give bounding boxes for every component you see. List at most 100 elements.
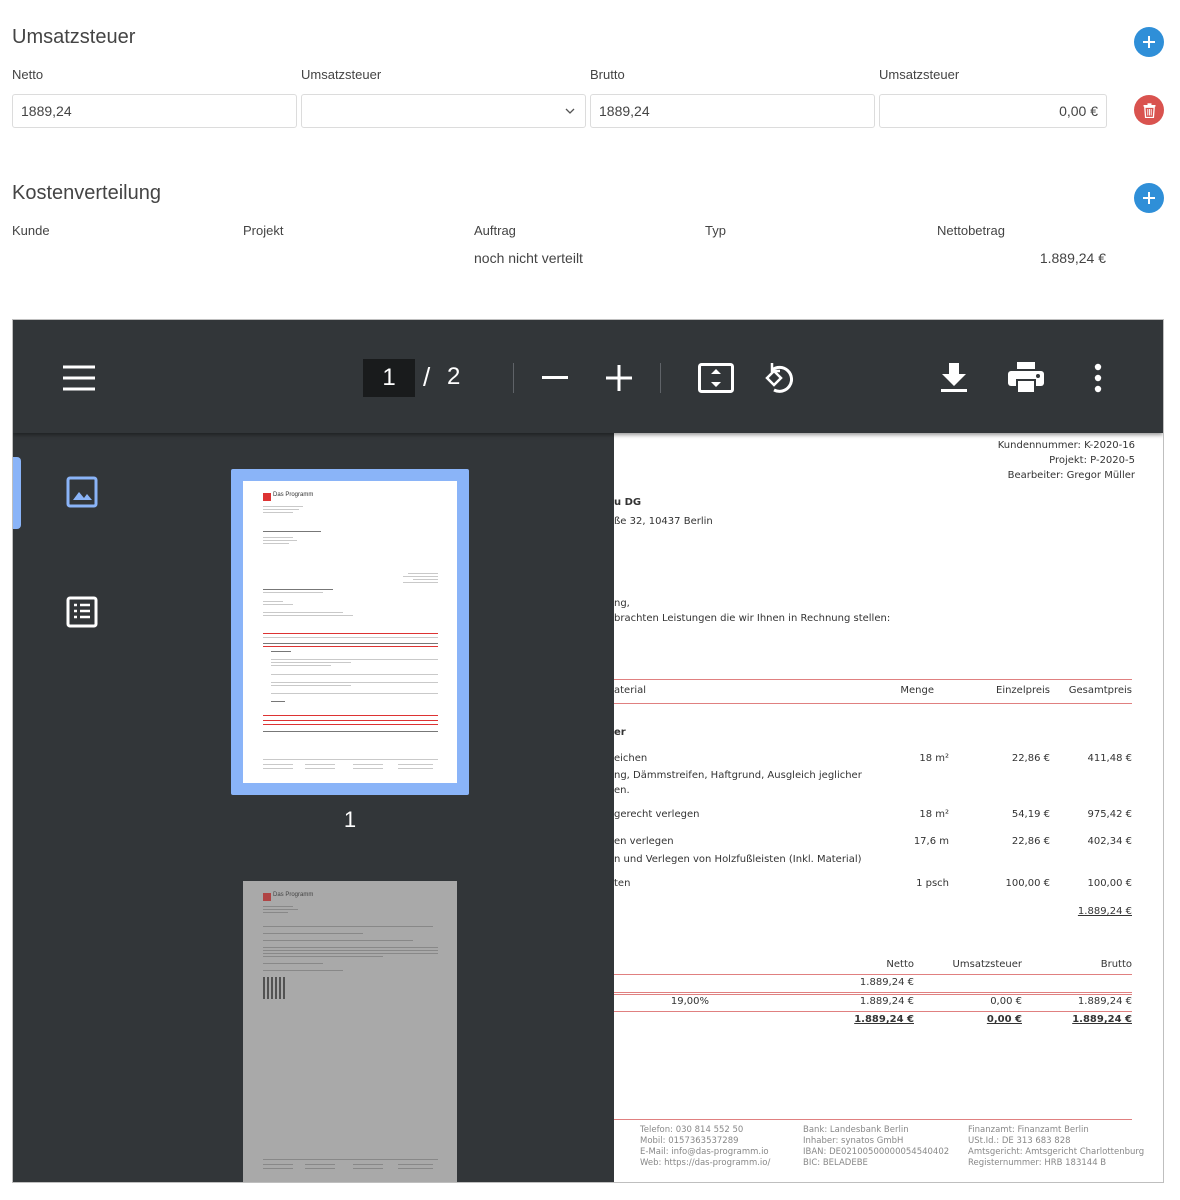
thumb-brand: Das Programm xyxy=(273,892,314,898)
download-icon[interactable] xyxy=(937,360,971,396)
col-menge: Menge xyxy=(900,685,934,696)
chevron-down-icon xyxy=(565,108,575,114)
divider xyxy=(614,679,1132,680)
tax-col-ust: Umsatzsteuer xyxy=(952,959,1022,970)
ust-amount-label: Umsatzsteuer xyxy=(879,67,960,82)
footer-col-contact: Telefon: 030 814 552 50 Mobil: 0157363537… xyxy=(640,1125,771,1168)
page-2-thumbnail[interactable]: Das Programm xyxy=(243,881,457,1182)
item-sub: ng, Dämmstreifen, Haftgrund, Ausgleich j… xyxy=(614,770,862,781)
qr-code xyxy=(263,977,285,999)
umsatzsteuer-title: Umsatzsteuer xyxy=(12,26,136,48)
tax-row2-netto: 1.889,24 € xyxy=(859,996,914,1007)
trash-icon xyxy=(1143,102,1155,118)
thumb-brand: Das Programm xyxy=(273,492,314,498)
pdf-viewer[interactable]: 1 / 2 Das Programm 1 Das Programm Kunden… xyxy=(12,319,1164,1183)
outline-view-icon[interactable] xyxy=(65,595,99,629)
item-sub: n und Verlegen von Holzfußleisten (Inkl.… xyxy=(614,854,862,865)
page-1-preview: Das Programm xyxy=(243,481,457,783)
item-einzel: 54,19 € xyxy=(1011,809,1050,820)
item-gesamt: 100,00 € xyxy=(1087,878,1132,889)
menu-icon[interactable] xyxy=(57,360,101,396)
doc-group-label: er xyxy=(614,727,626,738)
kunde-header: Kunde xyxy=(12,223,50,238)
page-separator: / xyxy=(423,362,431,392)
auftrag-header: Auftrag xyxy=(474,223,516,238)
doc-projekt: Projekt: P-2020-5 xyxy=(1049,455,1135,466)
zoom-in-icon[interactable] xyxy=(603,364,635,392)
ust-select[interactable] xyxy=(301,94,586,128)
add-umsatzsteuer-button[interactable] xyxy=(1134,27,1164,57)
ust-amount-value: 0,00 € xyxy=(1059,103,1098,119)
thumbnail-sidebar: Das Programm 1 Das Programm xyxy=(13,433,614,1182)
divider xyxy=(614,974,1132,975)
pdf-toolbar: 1 / 2 xyxy=(13,320,1163,433)
tax-col-netto: Netto xyxy=(886,959,914,970)
tax-row2-brutto: 1.889,24 € xyxy=(1077,996,1132,1007)
tax-total-netto: 1.889,24 € xyxy=(854,1014,914,1025)
page-total: 2 xyxy=(447,363,461,390)
tax-row2-ust: 0,00 € xyxy=(990,996,1022,1007)
doc-salutation: ng, xyxy=(614,598,630,609)
active-view-marker xyxy=(13,457,21,529)
page-number-input[interactable]: 1 xyxy=(363,359,415,397)
item-menge: 18 m² xyxy=(919,809,949,820)
print-icon[interactable] xyxy=(1007,360,1045,396)
fit-page-icon[interactable] xyxy=(697,361,735,395)
tax-col-brutto: Brutto xyxy=(1100,959,1132,970)
divider xyxy=(614,1011,1132,1012)
item-einzel: 100,00 € xyxy=(1005,878,1050,889)
thumbnails-view-icon[interactable] xyxy=(65,475,99,509)
tax-total-brutto: 1.889,24 € xyxy=(1072,1014,1132,1025)
zoom-out-icon[interactable] xyxy=(539,364,571,392)
plus-icon xyxy=(1143,192,1155,204)
doc-recipient-street: ße 32, 10437 Berlin xyxy=(614,516,713,527)
doc-subtotal: 1.889,24 € xyxy=(1077,906,1132,917)
item-menge: 18 m² xyxy=(919,753,949,764)
item-menge: 17,6 m xyxy=(913,836,949,847)
tax-total-ust: 0,00 € xyxy=(986,1014,1022,1025)
more-options-icon[interactable] xyxy=(1087,360,1109,396)
nettobetrag-header: Nettobetrag xyxy=(937,223,1005,238)
footer-col-legal: Finanzamt: Finanzamt Berlin USt.Id.: DE 3… xyxy=(968,1125,1145,1168)
col-gesamtpreis: Gesamtpreis xyxy=(1068,685,1132,696)
delete-row-button[interactable] xyxy=(1134,95,1164,125)
item-desc: gerecht verlegen xyxy=(614,809,700,820)
rotate-icon[interactable] xyxy=(761,360,799,396)
item-gesamt: 402,34 € xyxy=(1087,836,1132,847)
ust-amount-input[interactable]: 0,00 € xyxy=(879,94,1107,128)
footer-col-bank: Bank: Landesbank Berlin Inhaber: synatos … xyxy=(803,1125,950,1168)
logo-mark xyxy=(263,893,271,901)
divider xyxy=(614,703,1132,704)
doc-kundennummer: Kundennummer: K-2020-16 xyxy=(997,440,1135,451)
item-desc: ten xyxy=(614,878,631,889)
tax-rate: 19,00% xyxy=(670,996,709,1007)
toolbar-divider xyxy=(513,363,514,393)
tax-row1-netto: 1.889,24 € xyxy=(859,977,914,988)
divider xyxy=(614,992,1132,993)
page-1-thumbnail[interactable]: Das Programm xyxy=(231,469,469,795)
page-1-thumbnail-number: 1 xyxy=(343,807,357,832)
pdf-document-page: Kundennummer: K-2020-16 Projekt: P-2020-… xyxy=(614,433,1163,1182)
kostenverteilung-title: Kostenverteilung xyxy=(12,182,161,204)
brutto-input[interactable]: 1889,24 xyxy=(590,94,875,128)
col-einzelpreis: Einzelpreis xyxy=(996,685,1050,696)
doc-intro: brachten Leistungen die wir Ihnen in Rec… xyxy=(614,613,891,624)
col-material: aterial xyxy=(614,685,646,696)
item-desc: eichen xyxy=(614,753,648,764)
add-kostenverteilung-button[interactable] xyxy=(1134,183,1164,213)
item-gesamt: 975,42 € xyxy=(1087,809,1132,820)
doc-recipient-name: u DG xyxy=(614,497,642,508)
logo-mark xyxy=(263,493,271,501)
nettobetrag-value: 1.889,24 € xyxy=(1039,250,1106,266)
item-gesamt: 411,48 € xyxy=(1087,753,1132,764)
item-sub2: en. xyxy=(614,785,630,796)
netto-value: 1889,24 xyxy=(21,103,72,119)
item-einzel: 22,86 € xyxy=(1011,836,1050,847)
item-einzel: 22,86 € xyxy=(1011,753,1050,764)
doc-bearbeiter: Bearbeiter: Gregor Müller xyxy=(1007,470,1135,481)
divider xyxy=(614,994,1132,995)
netto-input[interactable]: 1889,24 xyxy=(12,94,297,128)
projekt-header: Projekt xyxy=(243,223,284,238)
item-desc: en verlegen xyxy=(614,836,674,847)
footer-divider xyxy=(614,1119,1132,1120)
